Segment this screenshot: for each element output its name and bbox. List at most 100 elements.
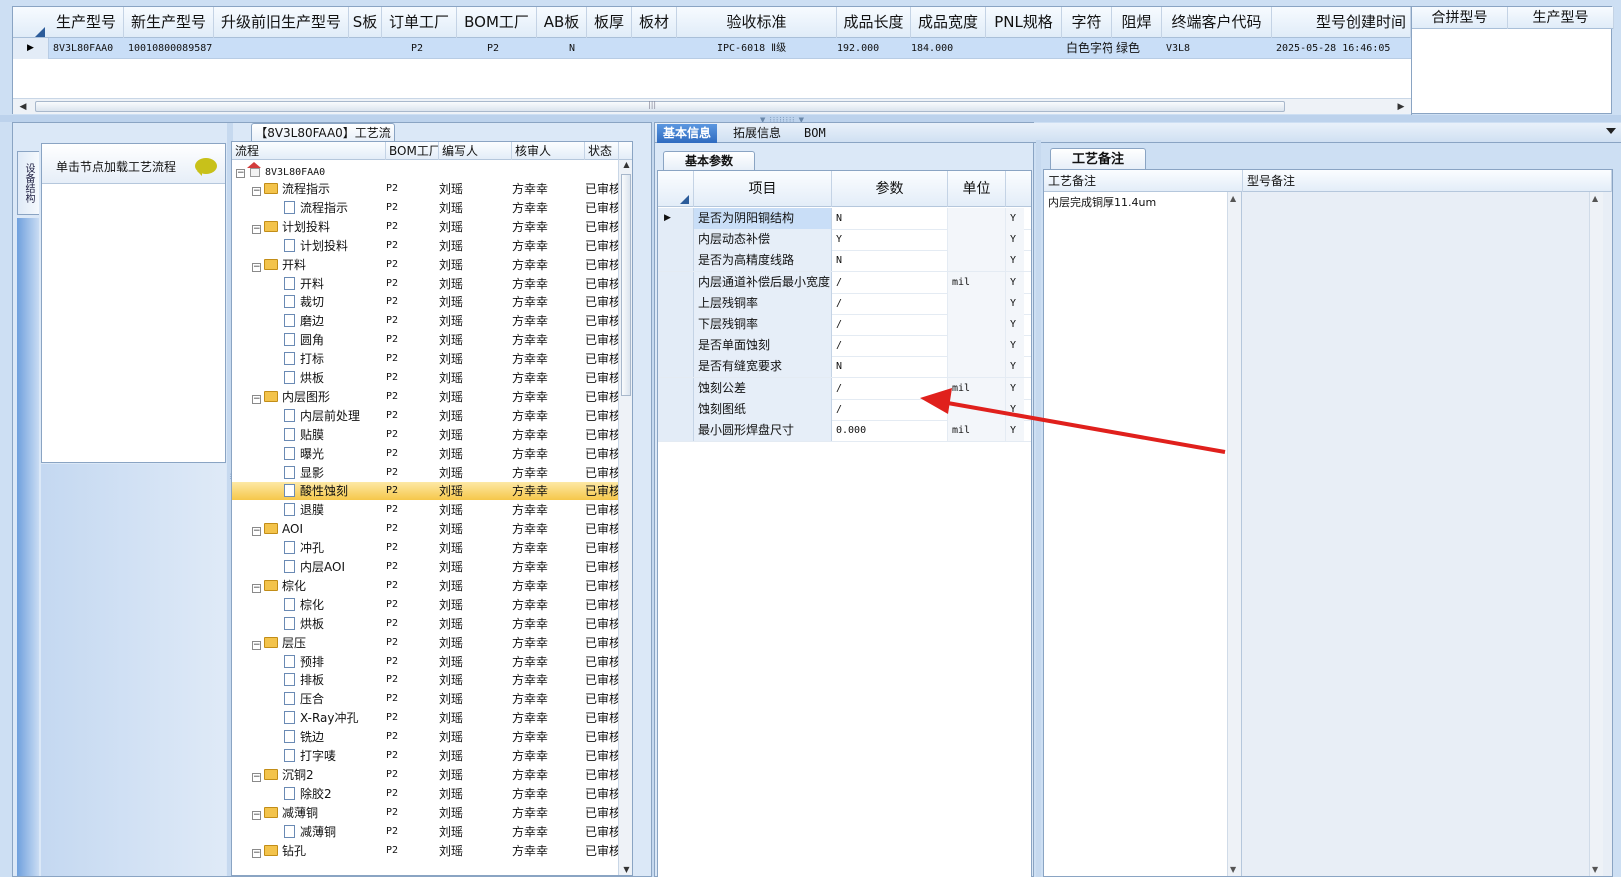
scroll-thumb[interactable]: |||	[35, 100, 1285, 112]
tree-node[interactable]: X-Ray冲孔 P2 刘瑶 方幸幸 已审核	[232, 709, 621, 727]
tree-node[interactable]: 减薄铜 P2 刘瑶 方幸幸 已审核	[232, 823, 621, 841]
param-col-value[interactable]: 参数	[832, 171, 948, 207]
tree-col-flow[interactable]: 流程	[232, 142, 386, 160]
cell-pnl[interactable]	[986, 38, 1062, 59]
param-row[interactable]: 内层动态补偿 Y Y	[658, 229, 1031, 252]
col-header-solder[interactable]: 阻焊	[1112, 7, 1162, 38]
param-col-unit[interactable]: 单位	[948, 171, 1006, 207]
cell-ab-board[interactable]: N	[565, 38, 587, 59]
tree-node[interactable]: 曝光 P2 刘瑶 方幸幸 已审核	[232, 445, 621, 463]
tree-node[interactable]: − 流程指示 P2 刘瑶 方幸幸 已审核	[232, 180, 621, 198]
tree-node[interactable]: 磨边 P2 刘瑶 方幸幸 已审核	[232, 312, 621, 330]
scroll-thumb[interactable]	[621, 174, 631, 396]
scroll-up-icon[interactable]: ▲	[619, 160, 632, 172]
cell-length[interactable]: 192.000	[833, 38, 907, 59]
cell-solder[interactable]: 绿色	[1112, 38, 1162, 59]
col-header-bom-factory[interactable]: BOM工厂	[457, 7, 537, 38]
collapse-icon[interactable]: −	[252, 394, 261, 404]
collapse-icon[interactable]: −	[252, 187, 261, 196]
scroll-right-icon[interactable]: ▶	[1393, 99, 1409, 115]
scroll-up-icon[interactable]: ▲	[1592, 194, 1598, 203]
tree-node[interactable]: 铣边 P2 刘瑶 方幸幸 已审核	[232, 728, 621, 746]
model-note-area[interactable]: ▲ ▼	[1243, 192, 1603, 876]
cell-thickness[interactable]	[587, 38, 632, 59]
note-vertical-scrollbar[interactable]: ▲ ▼	[1227, 192, 1241, 876]
process-note-area[interactable]: 内层完成铜厚11.4um ▲ ▼	[1044, 192, 1242, 876]
tab-bom[interactable]: BOM	[798, 124, 832, 143]
param-col-item[interactable]: 项目	[694, 171, 832, 207]
tree-node[interactable]: 内层AOI P2 刘瑶 方幸幸 已审核	[232, 558, 621, 576]
tree-node[interactable]: 排板 P2 刘瑶 方幸幸 已审核	[232, 671, 621, 689]
hint-header[interactable]: 单击节点加载工艺流程	[42, 144, 225, 184]
cell-s-board[interactable]	[349, 38, 382, 59]
vertical-splitter-right[interactable]	[1036, 140, 1041, 877]
tree-node[interactable]: − 棕化 P2 刘瑶 方幸幸 已审核	[232, 577, 621, 595]
param-cell-value[interactable]: Y	[832, 229, 948, 251]
tree-col-bom-factory[interactable]: BOM工厂	[386, 142, 439, 160]
tree-node[interactable]: − 开料 P2 刘瑶 方幸幸 已审核	[232, 256, 621, 274]
col-header-material[interactable]: 板材	[632, 7, 677, 38]
cell-old-model[interactable]	[214, 38, 349, 59]
scroll-down-icon[interactable]: ▼	[619, 865, 632, 875]
cell-bom-factory[interactable]: P2	[483, 38, 537, 59]
col-header-model-note[interactable]: 型号备注	[1243, 170, 1612, 192]
param-row[interactable]: 蚀刻公差 / mil Y	[658, 377, 1031, 400]
model-grid-row[interactable]: ▶ 8V3L80FAA0 10010800089587 P2 P2 N IPC-…	[13, 38, 1411, 59]
tree-node[interactable]: 圆角 P2 刘瑶 方幸幸 已审核	[232, 331, 621, 349]
tree-node[interactable]: − 沉铜2 P2 刘瑶 方幸幸 已审核	[232, 766, 621, 784]
tab-extended-info[interactable]: 拓展信息	[727, 124, 787, 143]
col-header-model[interactable]: 生产型号	[49, 7, 124, 38]
collapse-icon[interactable]: −	[252, 810, 261, 820]
col-header-standard[interactable]: 验收标准	[677, 7, 837, 38]
device-structure-vertical-tab[interactable]: 设备结构	[17, 151, 39, 215]
param-cell-value[interactable]: /	[832, 398, 948, 420]
param-row[interactable]: 内层通道补偿后最小宽度 / mil Y	[658, 271, 1031, 294]
cell-width[interactable]: 184.000	[907, 38, 986, 59]
col-header-thickness[interactable]: 板厚	[587, 7, 632, 38]
tree-node[interactable]: − 钻孔 P2 刘瑶 方幸幸 已审核	[232, 842, 621, 860]
tree-col-status[interactable]: 状态	[585, 142, 619, 160]
tab-basic-params[interactable]: 基本参数	[663, 151, 755, 171]
param-row[interactable]: 上层残铜率 / Y	[658, 292, 1031, 315]
tree-node[interactable]: 开料 P2 刘瑶 方幸幸 已审核	[232, 275, 621, 293]
tree-col-writer[interactable]: 编写人	[439, 142, 512, 160]
cell-created[interactable]: 2025-05-28 16:46:05	[1272, 38, 1411, 59]
collapse-icon[interactable]: −	[236, 169, 245, 178]
collapse-icon[interactable]: −	[252, 224, 261, 234]
cell-new-model[interactable]: 10010800089587	[124, 38, 214, 59]
col-header-old-model[interactable]: 升级前旧生产型号	[214, 7, 349, 38]
param-cell-value[interactable]: /	[832, 335, 948, 357]
tree-node[interactable]: 棕化 P2 刘瑶 方幸幸 已审核	[232, 596, 621, 614]
tree-node[interactable]: 退膜 P2 刘瑶 方幸幸 已审核	[232, 501, 621, 519]
col-header-merge-model[interactable]: 合拼型号	[1412, 7, 1508, 29]
tree-node[interactable]: 压合 P2 刘瑶 方幸幸 已审核	[232, 690, 621, 708]
tree-node[interactable]: 酸性蚀刻 P2 刘瑶 方幸幸 已审核	[232, 482, 621, 501]
tree-node[interactable]: 除胶2 P2 刘瑶 方幸幸 已审核	[232, 785, 621, 803]
select-all-corner-icon[interactable]	[35, 27, 45, 37]
tab-process-flow[interactable]: 【8V3L80FAA0】工艺流程	[251, 123, 395, 159]
tree-node[interactable]: 显影 P2 刘瑶 方幸幸 已审核	[232, 464, 621, 482]
tab-basic-info[interactable]: 基本信息	[657, 124, 718, 143]
param-cell-value[interactable]: /	[832, 377, 948, 399]
collapse-icon[interactable]: −	[252, 583, 261, 593]
col-header-length[interactable]: 成品长度	[837, 7, 911, 38]
chevron-down-icon[interactable]	[1606, 128, 1616, 134]
tree-node[interactable]: − 减薄铜 P2 刘瑶 方幸幸 已审核	[232, 804, 621, 822]
tree-node[interactable]: 冲孔 P2 刘瑶 方幸幸 已审核	[232, 539, 621, 557]
col-header-char[interactable]: 字符	[1062, 7, 1112, 38]
tree-node[interactable]: − 计划投料 P2 刘瑶 方幸幸 已审核	[232, 218, 621, 236]
param-cell-value[interactable]: N	[832, 250, 948, 272]
tree-vertical-scrollbar[interactable]: ▲ ▼	[618, 160, 632, 875]
horizontal-scrollbar[interactable]: ◀ ||| ▶	[13, 98, 1411, 114]
param-cell-value[interactable]: /	[832, 314, 948, 335]
cell-char[interactable]: 白色字符	[1062, 38, 1112, 59]
param-row[interactable]: 是否为高精度线路 N Y	[658, 250, 1031, 273]
param-row[interactable]: ▶ 是否为阴阳铜结构 N Y	[658, 208, 1031, 230]
scroll-down-icon[interactable]: ▼	[1230, 865, 1236, 874]
param-row[interactable]: 是否单面蚀刻 / Y	[658, 335, 1031, 358]
tree-node[interactable]: 计划投料 P2 刘瑶 方幸幸 已审核	[232, 237, 621, 255]
tab-process-notes[interactable]: 工艺备注	[1050, 148, 1146, 170]
col-header-width[interactable]: 成品宽度	[911, 7, 986, 38]
col-header-process-note[interactable]: 工艺备注	[1044, 170, 1243, 192]
col-header-new-model[interactable]: 新生产型号	[124, 7, 214, 38]
